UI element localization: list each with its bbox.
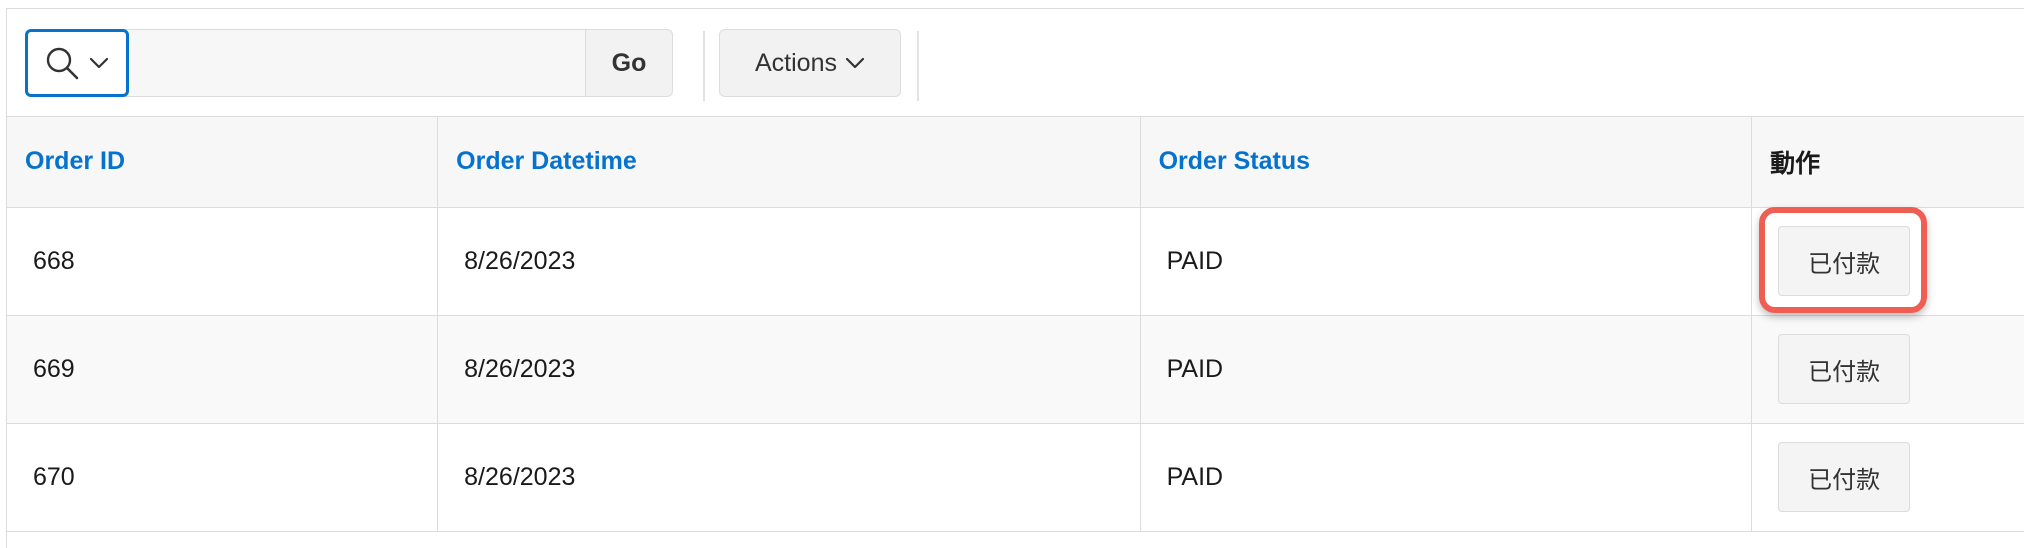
paid-button[interactable]: 已付款 [1778, 334, 1911, 404]
actions-menu-button[interactable]: Actions [719, 29, 901, 97]
search-icon [45, 46, 79, 80]
action-cell: 已付款 [1751, 207, 2024, 316]
chevron-down-icon [845, 56, 865, 70]
toolbar-divider [917, 31, 919, 101]
report-toolbar: Go Actions [7, 9, 2024, 117]
go-button[interactable]: Go [585, 29, 673, 97]
order-id-cell: 668 [7, 207, 439, 316]
column-header-order-datetime[interactable]: Order Datetime [437, 117, 1141, 208]
paid-button[interactable]: 已付款 [1778, 442, 1911, 512]
toolbar-divider [703, 31, 705, 101]
order-datetime-cell: 8/26/2023 [437, 423, 1141, 532]
actions-label: Actions [755, 48, 837, 77]
orders-table: Order ID Order Datetime Order Status 動作 … [7, 117, 2024, 532]
table-row: 669 8/26/2023 PAID 已付款 [7, 315, 2024, 424]
chevron-down-icon [89, 56, 109, 70]
order-status-cell: PAID [1140, 315, 1753, 424]
table-row: 670 8/26/2023 PAID 已付款 [7, 423, 2024, 532]
column-header-order-status[interactable]: Order Status [1140, 117, 1753, 208]
paid-button-label: 已付款 [1808, 465, 1881, 494]
order-datetime-cell: 8/26/2023 [437, 315, 1141, 424]
search-input[interactable] [125, 29, 585, 97]
paid-button-label: 已付款 [1808, 357, 1881, 386]
table-header-row: Order ID Order Datetime Order Status 動作 [7, 117, 2024, 208]
paid-button[interactable]: 已付款 [1759, 207, 1928, 313]
action-cell: 已付款 [1751, 315, 2024, 424]
order-status-cell: PAID [1140, 423, 1753, 532]
search-column-menu-button[interactable] [25, 29, 129, 97]
table-row: 668 8/26/2023 PAID 已付款 [7, 207, 2024, 316]
column-header-actions: 動作 [1751, 117, 2024, 208]
paid-button-label: 已付款 [1808, 249, 1881, 278]
search-bar: Go [25, 29, 673, 97]
order-id-cell: 670 [7, 423, 439, 532]
column-header-order-id[interactable]: Order ID [7, 117, 439, 208]
order-status-cell: PAID [1140, 207, 1753, 316]
action-cell: 已付款 [1751, 423, 2024, 532]
interactive-report: Go Actions Order ID Order Datetime Order… [6, 8, 2024, 548]
order-datetime-cell: 8/26/2023 [437, 207, 1141, 316]
order-id-cell: 669 [7, 315, 439, 424]
